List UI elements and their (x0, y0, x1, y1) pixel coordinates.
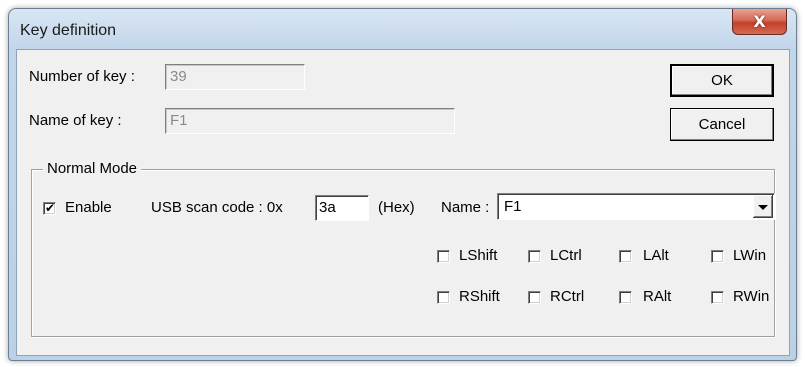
ok-button-label: OK (711, 72, 733, 89)
lwin-label: LWin (733, 247, 767, 264)
lctrl-label: LCtrl (550, 247, 582, 264)
name-of-key-field: F1 (165, 108, 455, 134)
enable-label: Enable (65, 199, 112, 216)
ralt-label: RAlt (643, 288, 672, 305)
ok-button[interactable]: OK (670, 64, 774, 97)
lalt-label: LAlt (643, 247, 669, 264)
name-label: Name : (441, 199, 490, 216)
close-button[interactable]: X (732, 9, 787, 35)
window-title: Key definition (20, 22, 117, 39)
number-of-key-label: Number of key : (29, 68, 135, 85)
rshift-label: RShift (459, 288, 500, 305)
usb-scan-code-input[interactable]: 3a (315, 195, 369, 221)
rwin-label: RWin (733, 288, 770, 305)
rctrl-checkbox[interactable] (528, 291, 541, 304)
key-name-dropdown[interactable]: F1 (497, 193, 775, 220)
number-of-key-field: 39 (165, 64, 305, 90)
dropdown-button[interactable] (753, 195, 773, 218)
rctrl-label: RCtrl (550, 288, 585, 305)
cancel-button[interactable]: Cancel (670, 108, 774, 141)
title-bar[interactable]: Key definition X (9, 9, 796, 49)
rwin-checkbox[interactable] (711, 291, 724, 304)
cancel-button-label: Cancel (698, 116, 746, 133)
chevron-down-icon (758, 205, 768, 210)
rshift-checkbox[interactable] (437, 291, 450, 304)
normal-mode-legend: Normal Mode (43, 160, 142, 177)
lshift-label: LShift (459, 247, 498, 264)
hex-label: (Hex) (378, 199, 415, 216)
lwin-checkbox[interactable] (711, 250, 724, 263)
lctrl-checkbox[interactable] (528, 250, 541, 263)
close-icon: X (753, 11, 766, 31)
checkmark-icon: ✔ (45, 201, 56, 215)
usb-scan-code-label: USB scan code : 0x (151, 199, 283, 216)
lalt-checkbox[interactable] (619, 250, 632, 263)
lshift-checkbox[interactable] (437, 250, 450, 263)
key-name-dropdown-value: F1 (504, 198, 522, 215)
key-definition-dialog: Key definition X Number of key : 39 Name… (8, 8, 797, 361)
name-of-key-label: Name of key : (29, 112, 122, 129)
ralt-checkbox[interactable] (619, 291, 632, 304)
enable-checkbox[interactable]: ✔ (43, 201, 56, 215)
